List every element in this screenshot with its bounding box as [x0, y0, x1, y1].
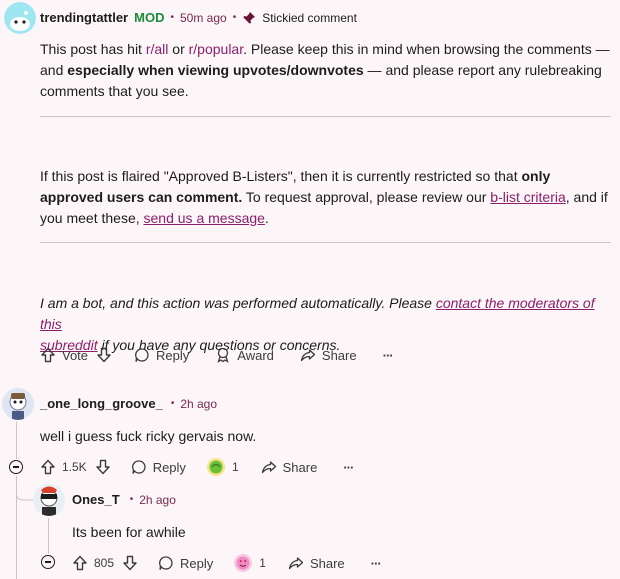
- melon-award-icon: [206, 457, 226, 477]
- reply-button[interactable]: Reply: [131, 459, 186, 475]
- score: 1.5K: [62, 460, 87, 474]
- timestamp[interactable]: 2h ago: [139, 493, 176, 507]
- award-button[interactable]: Award: [215, 347, 274, 363]
- reply-icon: [134, 347, 150, 363]
- comment-text: Its been for awhile: [72, 524, 186, 540]
- award-count: 1: [231, 460, 239, 474]
- more-icon: ···: [343, 459, 354, 475]
- separator-dot: •: [129, 494, 134, 505]
- award-badge[interactable]: 1: [233, 553, 266, 573]
- vote-control: 805: [72, 555, 138, 571]
- avatar[interactable]: [33, 484, 65, 516]
- more-options-button[interactable]: ···: [370, 555, 382, 571]
- vote-control: 1.5K: [40, 459, 111, 475]
- send-message-link[interactable]: send us a message: [144, 210, 265, 226]
- avatar[interactable]: [2, 388, 34, 420]
- user-avatar-icon: [33, 484, 65, 516]
- separator-dot: •: [170, 12, 174, 23]
- upvote-icon[interactable]: [40, 347, 56, 363]
- share-icon: [288, 555, 304, 571]
- r-all-link[interactable]: r/all: [146, 41, 169, 57]
- comment-header: Ones_T • 2h ago: [72, 492, 176, 507]
- mod-badge: MOD: [134, 10, 165, 25]
- username[interactable]: Ones_T: [72, 492, 120, 507]
- comment-body: This post has hit r/all or r/popular. Pl…: [40, 39, 615, 102]
- share-button[interactable]: Share: [300, 347, 357, 363]
- timestamp[interactable]: 2h ago: [180, 397, 217, 411]
- score: 805: [94, 556, 115, 570]
- more-options-button[interactable]: ···: [343, 459, 354, 475]
- award-count: 1: [259, 556, 266, 570]
- action-bar: 805 Reply 1 Share ···: [72, 553, 382, 573]
- share-button[interactable]: Share: [288, 555, 345, 571]
- username[interactable]: trendingtattler: [40, 10, 128, 25]
- collapse-thread-button[interactable]: [41, 555, 55, 569]
- r-popular-link[interactable]: r/popular: [189, 41, 243, 57]
- comment-header: _one_long_groove_ • 2h ago: [40, 396, 217, 411]
- action-bar: 1.5K Reply 1 Share ···: [40, 457, 354, 477]
- more-icon: ···: [382, 347, 394, 363]
- upvote-icon[interactable]: [40, 459, 56, 475]
- award-badge[interactable]: 1: [206, 457, 239, 477]
- collapse-thread-button[interactable]: [9, 460, 23, 474]
- paragraph-2: If this post is flaired "Approved B-List…: [40, 168, 608, 226]
- vote-label: Vote: [62, 347, 89, 363]
- upvote-icon[interactable]: [72, 555, 88, 571]
- share-icon: [261, 459, 277, 475]
- user-avatar-icon: [2, 388, 34, 420]
- comment-header: trendingtattler MOD • 50m ago • Stickied…: [40, 10, 357, 25]
- more-options-button[interactable]: ···: [382, 347, 394, 363]
- more-icon: ···: [370, 555, 382, 571]
- timestamp[interactable]: 50m ago: [180, 11, 227, 25]
- username[interactable]: _one_long_groove_: [40, 396, 163, 411]
- downvote-icon[interactable]: [95, 459, 111, 475]
- avatar[interactable]: [4, 2, 36, 34]
- thread-line: [16, 422, 17, 459]
- divider: [40, 242, 611, 243]
- paragraph-1: This post has hit r/all or r/popular. Pl…: [40, 41, 610, 99]
- divider: [40, 116, 611, 117]
- vote-control: Vote: [40, 347, 112, 363]
- pin-icon: [242, 11, 256, 25]
- award-icon: [215, 347, 231, 363]
- stickied-label: Stickied comment: [262, 10, 357, 25]
- comment-text: well i guess fuck ricky gervais now.: [40, 428, 257, 444]
- separator-dot: •: [170, 398, 175, 409]
- downvote-icon[interactable]: [122, 555, 138, 571]
- heart-eyes-award-icon: [233, 553, 253, 573]
- action-bar: Vote Reply Award Share ···: [40, 345, 394, 365]
- reply-icon: [158, 555, 174, 571]
- reply-button[interactable]: Reply: [134, 347, 189, 363]
- separator-dot: •: [232, 12, 237, 23]
- reply-icon: [131, 459, 147, 475]
- downvote-icon[interactable]: [96, 347, 112, 363]
- thread-line: [48, 518, 49, 554]
- share-button[interactable]: Share: [261, 459, 317, 475]
- share-icon: [300, 347, 316, 363]
- b-list-criteria-link[interactable]: b-list criteria: [490, 189, 565, 205]
- snoo-avatar-icon: [4, 2, 36, 34]
- reply-button[interactable]: Reply: [158, 555, 213, 571]
